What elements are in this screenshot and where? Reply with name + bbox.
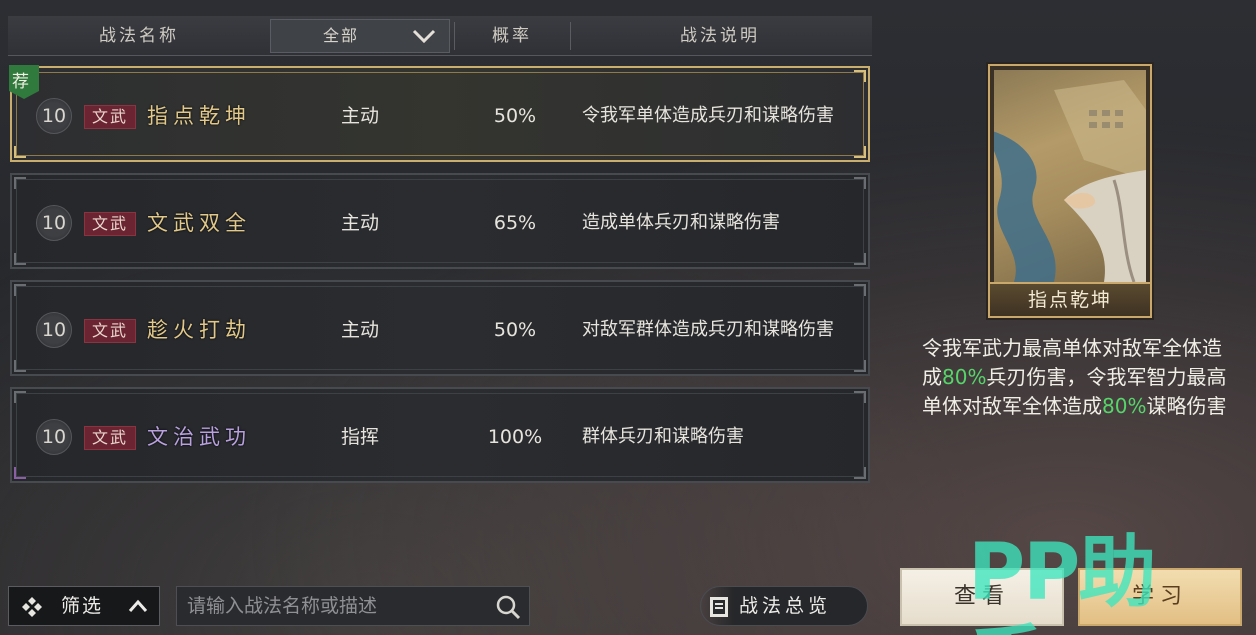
- frame-corner: [854, 253, 866, 265]
- skill-probability: 65%: [493, 212, 537, 234]
- skill-type-badge: 文武: [84, 319, 136, 343]
- skill-level: 10: [36, 205, 72, 241]
- frame-corner: [854, 284, 866, 296]
- table-header: 战法名称 全部 概率 战法说明: [8, 16, 872, 56]
- skill-probability: 50%: [493, 105, 537, 127]
- frame-corner: [854, 360, 866, 372]
- skill-description: 令我军单体造成兵刃和谋略伤害: [582, 105, 834, 126]
- skill-kind: 指挥: [340, 426, 379, 448]
- frame-corner: [14, 284, 26, 296]
- skill-name: 趁火打劫: [147, 318, 251, 342]
- skill-name: 文治武功: [147, 425, 251, 449]
- filter-label: 筛选: [61, 595, 104, 617]
- type-filter-dropdown[interactable]: 全部: [270, 19, 450, 53]
- skill-type-badge: 文武: [84, 426, 136, 450]
- filter-icon: [22, 597, 42, 617]
- skill-type-badge: 文武: [84, 105, 136, 129]
- chevron-down-icon: [412, 29, 436, 44]
- header-description: 战法说明: [680, 26, 760, 46]
- type-filter-value: 全部: [323, 26, 360, 45]
- skill-description: 对敌军群体造成兵刃和谋略伤害: [582, 319, 834, 340]
- frame-corner: [14, 391, 26, 403]
- frame-corner: [854, 467, 866, 479]
- detail-text-part: 谋略伤害: [1146, 394, 1227, 418]
- skill-probability: 100%: [487, 426, 543, 448]
- skill-card-art: [994, 70, 1146, 282]
- skill-description: 造成单体兵刃和谋略伤害: [582, 212, 780, 233]
- skill-overview-label: 战法总览: [739, 595, 832, 617]
- frame-corner: [14, 253, 26, 265]
- detail-highlight-value: 80%: [942, 365, 987, 389]
- detail-highlight-value: 80%: [1102, 394, 1147, 418]
- skill-card-name: 指点乾坤: [990, 282, 1150, 316]
- skill-kind: 主动: [340, 212, 379, 234]
- skill-row[interactable]: 荐 10 文武 指点乾坤 主动 50% 令我军单体造成兵刃和谋略伤害: [9, 65, 870, 162]
- chevron-up-icon: [128, 599, 148, 612]
- frame-corner: [854, 146, 866, 158]
- frame-corner: [854, 70, 866, 82]
- skill-name: 指点乾坤: [147, 104, 251, 128]
- search-icon[interactable]: [495, 594, 521, 620]
- skill-row[interactable]: 10 文武 文治武功 指挥 100% 群体兵刃和谋略伤害: [10, 387, 870, 483]
- skill-probability: 50%: [493, 319, 537, 341]
- skill-card[interactable]: 指点乾坤: [988, 64, 1152, 318]
- frame-corner: [854, 391, 866, 403]
- skill-name: 文武双全: [147, 211, 251, 235]
- filter-button[interactable]: 筛选: [8, 586, 160, 626]
- frame-corner: [14, 467, 26, 479]
- recommend-badge-icon: 荐: [9, 65, 39, 99]
- frame-corner: [14, 146, 26, 158]
- skill-row[interactable]: 10 文武 趁火打劫 主动 50% 对敌军群体造成兵刃和谋略伤害: [10, 280, 870, 376]
- view-button[interactable]: 查看: [900, 568, 1064, 626]
- skill-type-badge: 文武: [84, 212, 136, 236]
- recommend-badge-label: 荐: [12, 72, 29, 92]
- frame-corner: [14, 360, 26, 372]
- skill-description: 群体兵刃和谋略伤害: [582, 426, 744, 447]
- header-name: 战法名称: [99, 26, 179, 46]
- frame-corner: [14, 177, 26, 189]
- header-probability: 概率: [492, 26, 532, 46]
- skill-overview-button[interactable]: 战法总览: [700, 586, 868, 626]
- search-box[interactable]: [176, 586, 530, 626]
- skill-detail-text: 令我军武力最高单体对敌军全体造成80%兵刃伤害，令我军智力最高单体对敌军全体造成…: [922, 334, 1238, 421]
- book-icon: [710, 597, 728, 617]
- skill-level: 10: [36, 98, 72, 134]
- skill-row[interactable]: 10 文武 文武双全 主动 65% 造成单体兵刃和谋略伤害: [10, 173, 870, 269]
- skill-kind: 主动: [340, 319, 379, 341]
- search-input[interactable]: [187, 587, 487, 625]
- skill-level: 10: [36, 312, 72, 348]
- learn-button[interactable]: 学习: [1078, 568, 1242, 626]
- frame-corner: [854, 177, 866, 189]
- skill-kind: 主动: [340, 105, 379, 127]
- skill-level: 10: [36, 419, 72, 455]
